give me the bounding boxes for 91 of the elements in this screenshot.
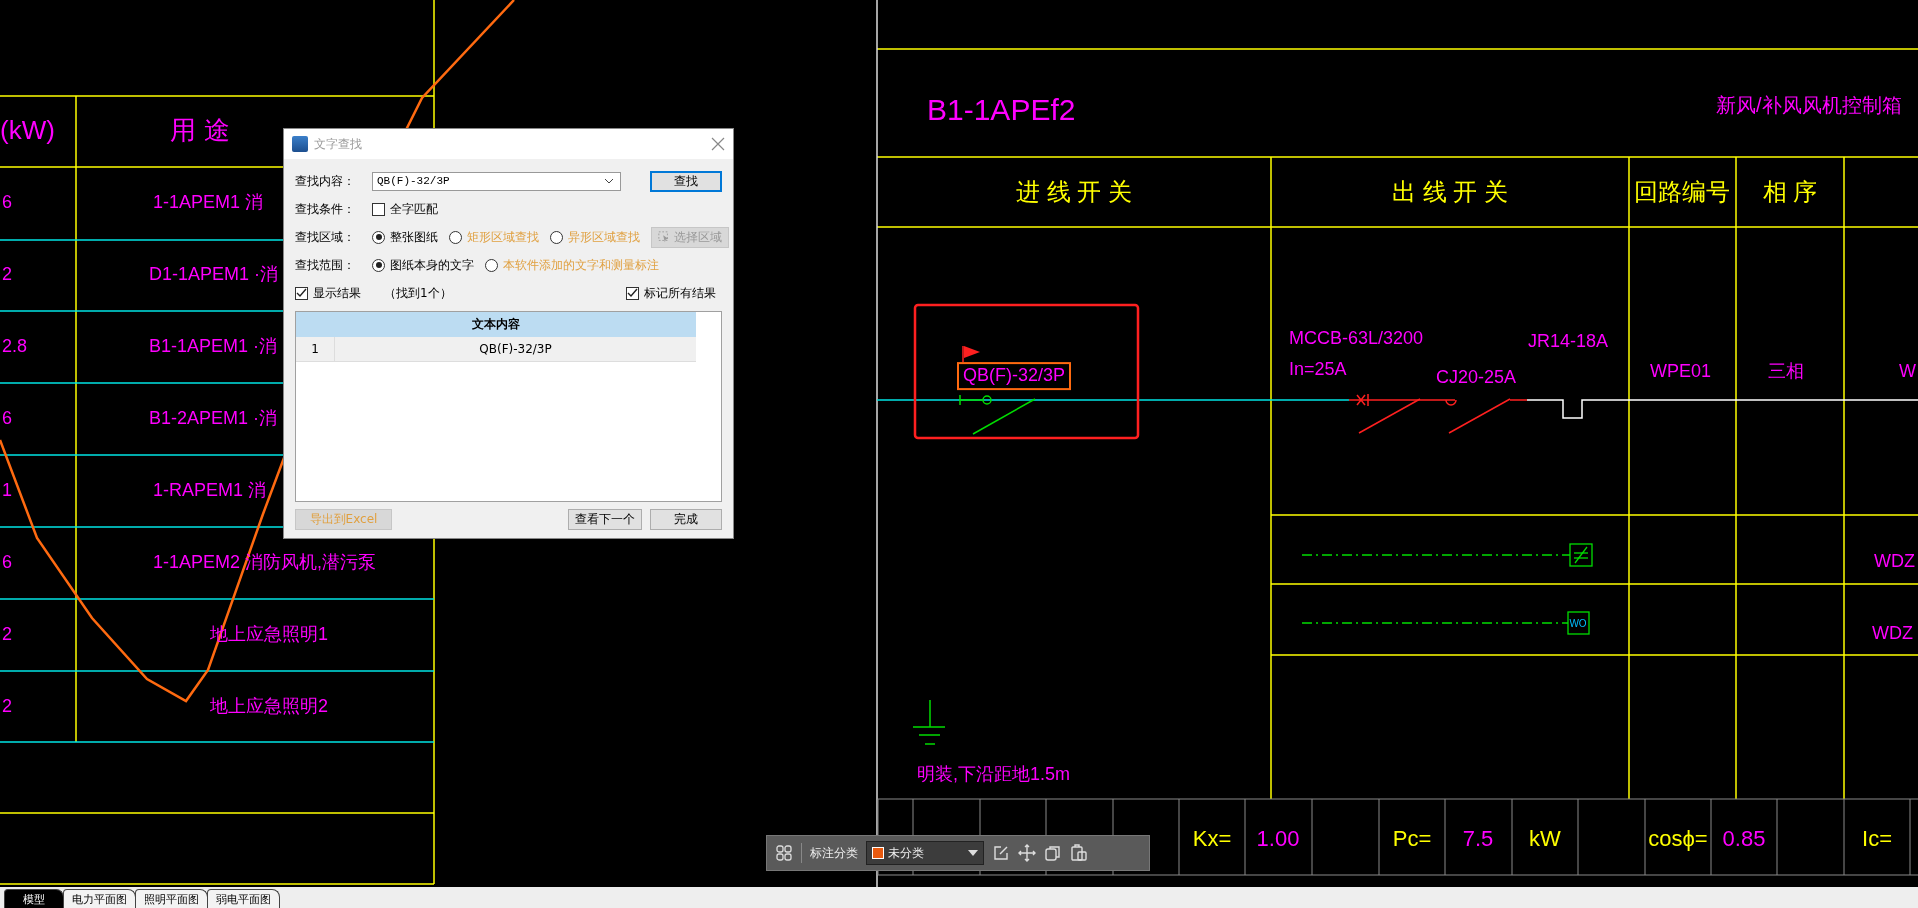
radio-button[interactable]: [550, 230, 563, 244]
sheet-tab[interactable]: 照明平面图: [135, 889, 208, 908]
option-label: 异形区域查找: [568, 228, 640, 246]
ground-symbol: [912, 699, 946, 745]
dialog-button[interactable]: 完成: [650, 509, 722, 530]
summary-cell: 0.85: [1722, 826, 1766, 852]
summary-cell: Ic=: [1862, 826, 1892, 852]
result-count: （找到1个）: [384, 284, 452, 302]
option-label: 本软件添加的文字和测量标注: [503, 256, 659, 274]
search-field[interactable]: QB(F)-32/3P: [372, 171, 621, 191]
option-label: 矩形区域查找: [467, 228, 539, 246]
circuit-label: 三相: [1768, 362, 1804, 382]
checkbox[interactable]: [372, 202, 385, 216]
table-cell: 地上应急照明2: [210, 697, 328, 717]
category-dropdown[interactable]: 未分类: [866, 841, 984, 865]
symbol-label: WO: [1569, 617, 1587, 629]
table-cell: 2: [2, 697, 12, 717]
table-cell: B1-1APEM1 ·消: [149, 337, 278, 357]
install-note: 明装,下沿距地1.5m: [917, 765, 1071, 785]
radio-button[interactable]: [449, 230, 462, 244]
table-cell: D1-1APEM1 ·消: [149, 265, 279, 285]
toolbar-label: 标注分类: [810, 844, 858, 862]
circuit-label: W: [1899, 362, 1916, 382]
table-cell[interactable]: QB(F)-32/3P: [335, 337, 696, 361]
column-header: 进 线 开 关: [1016, 178, 1132, 206]
app-icon: [292, 136, 308, 152]
row-number: 1: [296, 337, 335, 361]
summary-cell: 1.00: [1256, 826, 1300, 852]
column-header: 用 途: [170, 115, 230, 145]
sheet-tab[interactable]: 弱电平面图: [207, 889, 280, 908]
table-cell: 6: [2, 409, 12, 429]
move-icon[interactable]: [1018, 844, 1036, 862]
field-label: 查找内容：: [295, 172, 356, 190]
circuit-label: In=25A: [1289, 360, 1347, 380]
checkbox[interactable]: [295, 286, 308, 300]
column-header: 文本内容: [472, 316, 520, 333]
table-cell: 6: [2, 553, 12, 573]
panel-subtitle: 新风/补风风机控制箱: [1716, 94, 1902, 116]
symbol-frame: [1567, 611, 1590, 635]
summary-cell: Kx=: [1192, 826, 1232, 852]
table-cell: 6: [2, 193, 12, 213]
find-button[interactable]: 查找: [650, 170, 722, 192]
circuit-label: WDZ: [1872, 624, 1913, 644]
summary-cell: Pc=: [1392, 826, 1432, 852]
column-header: (kW): [0, 115, 55, 145]
radio-button[interactable]: [372, 230, 385, 244]
close-icon[interactable]: [711, 137, 725, 151]
socket-symbol: [1569, 543, 1593, 567]
option-label: 图纸本身的文字: [390, 256, 474, 274]
table-cell: 2: [2, 265, 12, 285]
copy-icon[interactable]: [1044, 844, 1062, 862]
breaker-label: QB(F)-32/3P: [957, 362, 1072, 390]
sheet-tab[interactable]: 电力平面图: [63, 889, 136, 908]
sheet-tab[interactable]: 模型: [4, 889, 64, 908]
option-label: 整张图纸: [390, 228, 438, 246]
radio-button[interactable]: [372, 258, 385, 272]
circuit-label: CJ20-25A: [1436, 368, 1517, 388]
option-label: 标记所有结果: [644, 284, 716, 302]
table-cell: 2: [2, 625, 12, 645]
table-cell: 1: [2, 481, 12, 501]
column-header: 出 线 开 关: [1392, 178, 1508, 206]
summary-cell: cosϕ=: [1648, 826, 1708, 852]
table-cell: 1-RAPEM1 消: [153, 481, 267, 501]
circuit-label: WPE01: [1650, 362, 1712, 382]
circuit-label: MCCB-63L/3200: [1289, 329, 1424, 349]
column-header: 相 序: [1762, 178, 1818, 206]
chevron-icon: [604, 178, 614, 184]
field-label: 查找范围：: [295, 256, 356, 274]
checkbox[interactable]: [626, 286, 639, 300]
column-header: 回路编号: [1634, 178, 1730, 206]
edit-icon[interactable]: [992, 844, 1010, 862]
caret-icon: [968, 850, 978, 856]
circuit-label: JR14-18A: [1528, 332, 1609, 352]
summary-cell: 7.5: [1462, 826, 1494, 852]
radio-button[interactable]: [485, 258, 498, 272]
option-label: 显示结果: [313, 284, 361, 302]
field-label: 查找区域：: [295, 228, 356, 246]
circuit-label: WDZ: [1874, 552, 1915, 572]
table-cell: 2.8: [2, 337, 28, 357]
field-label: 查找条件：: [295, 200, 356, 218]
table-cell: 1-1APEM1 消: [153, 193, 264, 213]
grid-icon[interactable]: [775, 844, 793, 862]
panel-title: B1-1APEf2: [927, 92, 1076, 126]
summary-cell: kW: [1529, 826, 1561, 852]
option-label: 全字匹配: [390, 200, 438, 218]
selection-icon: [658, 230, 670, 244]
dialog-button[interactable]: 查看下一个: [568, 509, 642, 530]
paste-icon[interactable]: [1070, 844, 1088, 862]
dialog-title: 文字查找: [314, 135, 362, 153]
table-cell: B1-2APEM1 ·消: [149, 409, 278, 429]
flag-icon: [962, 345, 980, 363]
